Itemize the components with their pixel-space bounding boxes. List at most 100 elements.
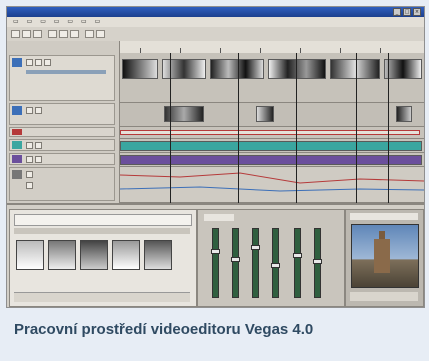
audio-clip[interactable]	[120, 141, 422, 151]
menu-item[interactable]: ▭	[27, 18, 33, 25]
solo-icon[interactable]	[35, 59, 42, 66]
track-number	[12, 155, 22, 163]
marker-line	[356, 53, 357, 203]
track-number	[12, 58, 22, 67]
red-track-lane[interactable]	[120, 127, 424, 139]
window-titlebar: _ □ ×	[7, 7, 424, 17]
track-headers	[7, 41, 120, 203]
menu-item[interactable]: ▭	[54, 18, 60, 25]
fader-channel[interactable]	[231, 228, 240, 298]
menu-item[interactable]: ▭	[67, 18, 73, 25]
fx-icon[interactable]	[44, 59, 51, 66]
media-thumbnail[interactable]	[48, 240, 76, 270]
video-clip[interactable]	[256, 106, 274, 122]
fader-channel[interactable]	[251, 228, 260, 298]
track-header-red[interactable]	[9, 127, 115, 137]
solo-icon[interactable]	[35, 142, 42, 149]
fader-knob[interactable]	[313, 259, 322, 264]
media-explorer-panel	[9, 209, 197, 307]
fader-knob[interactable]	[293, 253, 302, 258]
solo-icon[interactable]	[26, 182, 33, 189]
video-track-1-lane[interactable]	[120, 53, 424, 103]
main-toolbar	[7, 27, 424, 42]
mute-icon[interactable]	[26, 107, 33, 114]
mixer-header	[204, 214, 234, 221]
solo-icon[interactable]	[35, 156, 42, 163]
save-button[interactable]	[33, 30, 42, 38]
video-clip[interactable]	[210, 59, 264, 79]
media-thumbnail[interactable]	[16, 240, 44, 270]
video-preview-panel	[345, 209, 424, 307]
timeline[interactable]	[120, 41, 424, 203]
marker-line	[238, 53, 239, 203]
video-clip[interactable]	[384, 59, 422, 79]
mute-icon[interactable]	[26, 171, 33, 178]
video-clip[interactable]	[396, 106, 412, 122]
mute-icon[interactable]	[26, 142, 33, 149]
envelope-clip[interactable]	[120, 130, 420, 135]
fader-channel[interactable]	[313, 228, 322, 298]
video-clip[interactable]	[162, 59, 206, 79]
explorer-tabs[interactable]	[14, 292, 190, 302]
marker-line	[388, 53, 389, 203]
vegas-screenshot: _ □ × ▭ ▭ ▭ ▭ ▭ ▭ ▭	[6, 6, 425, 308]
preview-status	[350, 292, 418, 301]
track-number	[12, 141, 22, 149]
menu-item[interactable]: ▭	[13, 18, 19, 25]
new-button[interactable]	[11, 30, 20, 38]
level-slider[interactable]	[26, 70, 106, 74]
preview-frame	[351, 224, 419, 288]
media-thumbnail[interactable]	[112, 240, 140, 270]
cut-button[interactable]	[48, 30, 57, 38]
audio-track-3-lane[interactable]	[120, 167, 424, 203]
audio-track-2-lane[interactable]	[120, 153, 424, 167]
maximize-icon[interactable]: □	[403, 8, 411, 16]
video-clip[interactable]	[122, 59, 158, 79]
close-icon[interactable]: ×	[413, 8, 421, 16]
marker-line	[170, 53, 171, 203]
fader-knob[interactable]	[251, 245, 260, 250]
menu-item[interactable]: ▭	[81, 18, 87, 25]
video-clip[interactable]	[268, 59, 326, 79]
media-thumbnail[interactable]	[144, 240, 172, 270]
video-clip[interactable]	[330, 59, 380, 79]
track-header-audio-3[interactable]	[9, 167, 115, 201]
fader-knob[interactable]	[231, 257, 240, 262]
fader-knob[interactable]	[211, 249, 220, 254]
volume-envelope[interactable]	[120, 167, 424, 203]
figure-caption: Pracovní prostředí videoeditoru Vegas 4.…	[14, 321, 314, 338]
mixer-panel	[197, 209, 345, 307]
fader-channel[interactable]	[211, 228, 220, 298]
figure-card: _ □ × ▭ ▭ ▭ ▭ ▭ ▭ ▭ Pracovní prostředí v…	[0, 0, 429, 361]
mute-icon[interactable]	[26, 59, 33, 66]
bottom-panels	[7, 203, 424, 307]
copy-button[interactable]	[59, 30, 68, 38]
undo-button[interactable]	[85, 30, 94, 38]
fader-channel[interactable]	[293, 228, 302, 298]
audio-track-1-lane[interactable]	[120, 139, 424, 153]
explorer-strip	[14, 228, 190, 234]
video-track-2-lane[interactable]	[120, 103, 424, 127]
fader-knob[interactable]	[271, 263, 280, 268]
minimize-icon[interactable]: _	[393, 8, 401, 16]
audio-clip[interactable]	[120, 155, 422, 165]
track-number	[12, 106, 22, 115]
track-number	[12, 129, 22, 135]
menu-bar: ▭ ▭ ▭ ▭ ▭ ▭ ▭	[7, 17, 424, 27]
track-header-video-2[interactable]	[9, 103, 115, 125]
track-number	[12, 170, 22, 179]
open-button[interactable]	[22, 30, 31, 38]
track-header-audio-2[interactable]	[9, 153, 115, 165]
paste-button[interactable]	[70, 30, 79, 38]
solo-icon[interactable]	[35, 107, 42, 114]
redo-button[interactable]	[96, 30, 105, 38]
menu-item[interactable]: ▭	[40, 18, 46, 25]
fader-channel[interactable]	[271, 228, 280, 298]
media-thumbnail[interactable]	[80, 240, 108, 270]
explorer-toolbar[interactable]	[14, 214, 192, 226]
mute-icon[interactable]	[26, 156, 33, 163]
preview-toolbar[interactable]	[350, 213, 418, 220]
track-header-video-1[interactable]	[9, 55, 115, 101]
track-header-audio-1[interactable]	[9, 139, 115, 151]
menu-item[interactable]: ▭	[95, 18, 101, 25]
